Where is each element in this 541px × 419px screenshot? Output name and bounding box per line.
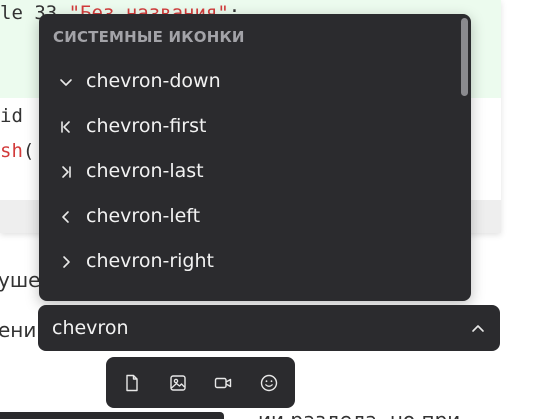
chevron-first-icon [61, 121, 70, 133]
dropdown-item-label: chevron-left [86, 205, 201, 227]
chevron-up-icon[interactable] [470, 321, 486, 337]
background-text-fragment: уше [0, 268, 41, 292]
dropdown-item-chevron-down[interactable]: chevron-down [39, 60, 459, 104]
image-icon[interactable] [168, 373, 188, 393]
dropdown-item-label: chevron-down [86, 70, 221, 92]
dropdown-item-chevron-first[interactable]: chevron-first [39, 105, 459, 149]
attachment-toolbar [106, 357, 295, 408]
dropdown-item-label: chevron-right [86, 250, 214, 272]
dropdown-item-chevron-left[interactable]: chevron-left [39, 195, 459, 239]
chevron-left-icon [62, 211, 69, 223]
dropdown-item-chevron-right[interactable]: chevron-right [39, 240, 459, 284]
bottom-panel-edge [0, 412, 224, 419]
dropdown-scrollbar[interactable] [461, 18, 468, 96]
emoji-icon[interactable] [259, 373, 279, 393]
background-text-fragment: ии раздела, но при [258, 408, 460, 419]
file-icon[interactable] [122, 373, 142, 393]
chevron-down-icon [60, 79, 72, 86]
dropdown-group-header: СИСТЕМНЫЕ ИКОНКИ [53, 28, 245, 46]
dropdown-item-label: chevron-last [86, 160, 204, 182]
dropdown-item-label: chevron-first [86, 115, 207, 137]
icon-search-input[interactable] [52, 317, 432, 339]
dropdown-item-chevron-last[interactable]: chevron-last [39, 150, 459, 194]
icon-search-select[interactable] [38, 305, 500, 351]
video-icon[interactable] [213, 373, 233, 393]
chevron-last-icon [62, 166, 71, 178]
icon-dropdown[interactable]: СИСТЕМНЫЕ ИКОНКИ chevron-down chevron-fi… [39, 14, 471, 301]
code-line-2: id [0, 105, 23, 127]
chevron-right-icon [63, 256, 70, 268]
code-line-3: sh( [0, 140, 35, 162]
